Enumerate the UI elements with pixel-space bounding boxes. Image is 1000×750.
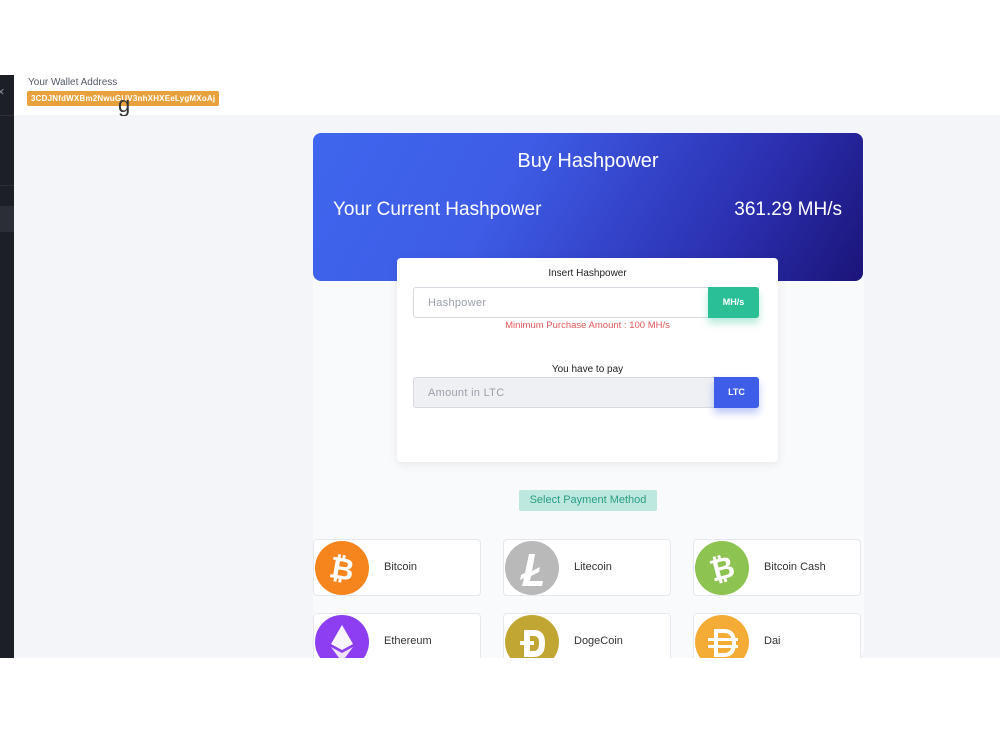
coin-name: Bitcoin <box>384 561 418 573</box>
top-bar: Your Wallet Address 3CDJNfdWXBm2NwuGUV3n… <box>14 75 1000 115</box>
current-hashpower-label: Your Current Hashpower <box>333 199 542 220</box>
litecoin-icon <box>505 541 559 595</box>
bitcoin-cash-icon: ₿ <box>695 541 749 595</box>
coin-option-bitcoin-cash[interactable]: ₿ Bitcoin Cash <box>693 539 861 596</box>
coin-name: Bitcoin Cash <box>764 561 826 573</box>
hashpower-field-label: Insert Hashpower <box>548 268 627 279</box>
svg-text:₿: ₿ <box>327 550 357 589</box>
pay-amount-label: You have to pay <box>551 364 624 375</box>
sidebar-item-active[interactable] <box>0 206 14 232</box>
sidebar: × <box>0 75 14 658</box>
page-heading-cropped: g <box>118 100 131 116</box>
sidebar-divider <box>0 115 14 116</box>
coin-option-dogecoin[interactable]: DogeCoin <box>503 613 671 658</box>
amount-input-group: LTC <box>413 377 759 408</box>
select-payment-method-label: Select Payment Method <box>519 490 657 511</box>
close-icon[interactable]: × <box>0 85 5 98</box>
coin-option-dai[interactable]: Dai <box>693 613 861 658</box>
coin-name: Ethereum <box>384 635 432 647</box>
dogecoin-icon <box>505 615 559 658</box>
coin-option-litecoin[interactable]: Litecoin <box>503 539 671 596</box>
minimum-purchase-note: Minimum Purchase Amount : 100 MH/s <box>505 320 670 331</box>
ethereum-icon <box>315 615 369 658</box>
wallet-address-label: Your Wallet Address <box>28 77 118 88</box>
current-hashpower-value: 361.29 MH/s <box>734 199 842 220</box>
hashpower-unit-button[interactable]: MH/s <box>708 287 759 318</box>
dai-icon <box>695 615 749 658</box>
coin-name: Litecoin <box>574 561 612 573</box>
coin-option-bitcoin[interactable]: ₿ Bitcoin <box>313 539 481 596</box>
coin-name: DogeCoin <box>574 635 623 647</box>
purchase-form: Insert Hashpower MH/s Minimum Purchase A… <box>397 258 778 462</box>
svg-text:₿: ₿ <box>706 549 739 589</box>
page-title: Buy Hashpower <box>517 150 659 172</box>
coin-option-ethereum[interactable]: Ethereum <box>313 613 481 658</box>
ltc-unit-button[interactable]: LTC <box>714 377 759 408</box>
sidebar-divider <box>0 185 14 186</box>
app-viewport: × Your Wallet Address 3CDJNfdWXBm2NwuGUV… <box>0 75 1000 658</box>
bitcoin-icon: ₿ <box>315 541 369 595</box>
amount-ltc-input[interactable] <box>414 378 712 407</box>
hashpower-input-group: MH/s <box>413 287 759 318</box>
hashpower-input[interactable] <box>414 288 712 317</box>
coin-name: Dai <box>764 635 781 647</box>
